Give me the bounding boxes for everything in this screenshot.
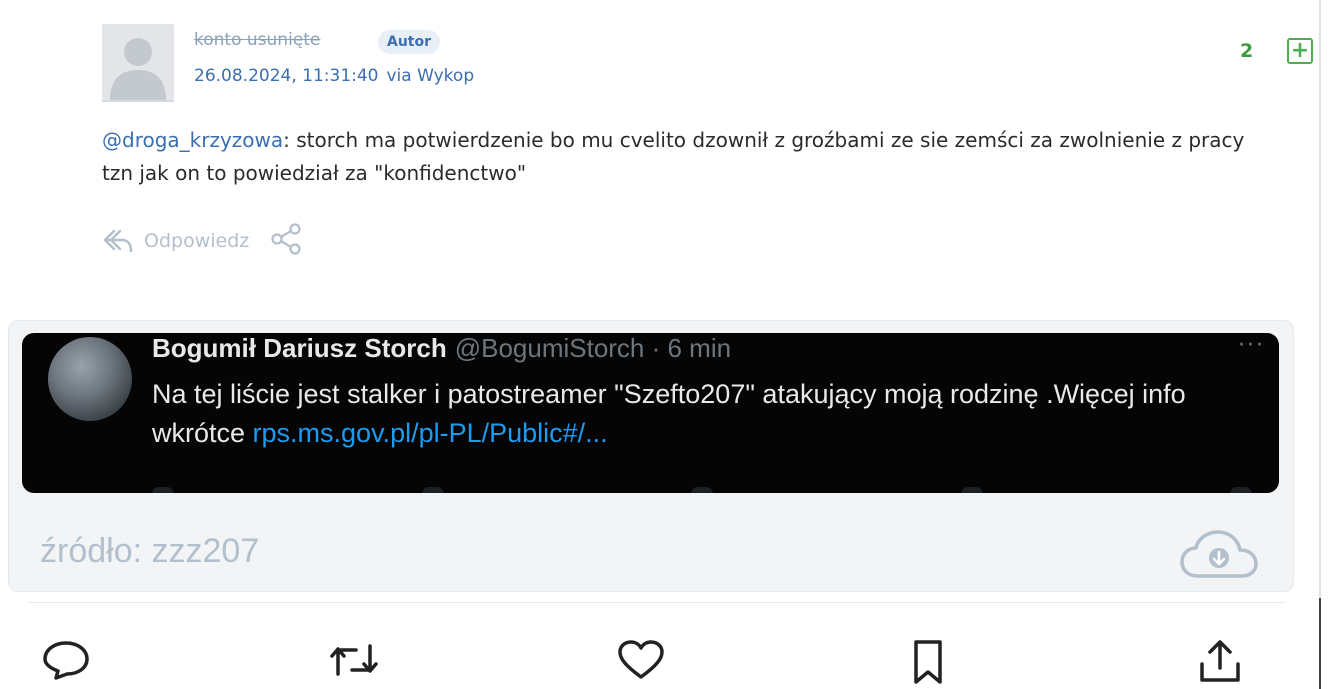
post-meta: 26.08.2024, 11:31:40 via Wykop <box>194 66 474 86</box>
comment-button[interactable] <box>40 638 92 686</box>
share-icon <box>271 222 301 255</box>
comment-icon <box>43 641 89 680</box>
bookmark-button[interactable] <box>904 638 952 689</box>
vote-count: 2 <box>1240 40 1254 62</box>
tweet-actions-bar <box>0 632 1329 689</box>
retweet-icon <box>330 644 378 676</box>
tweet-screenshot[interactable]: Bogumił Dariusz Storch @BogumiStorch · 6 … <box>22 333 1279 493</box>
user-placeholder-icon <box>110 38 166 100</box>
tweet-action-placeholder <box>691 487 713 493</box>
comment-actions: Odpowiedz <box>102 222 303 261</box>
retweet-button[interactable] <box>326 638 382 686</box>
tweet-action-placeholder <box>152 487 174 493</box>
author-avatar[interactable] <box>102 24 174 100</box>
post-via: via Wykop <box>386 66 475 86</box>
comment-body: @droga_krzyzowa: storch ma potwierdzenie… <box>102 124 1262 190</box>
tweet-more-icon: ··· <box>1238 333 1265 358</box>
divider <box>28 602 1286 603</box>
reply-button[interactable]: Odpowiedz <box>102 227 249 255</box>
tweet-action-placeholder <box>1230 487 1252 493</box>
tweet-action-placeholder <box>421 487 444 493</box>
author-name[interactable]: konto usunięte <box>194 30 320 50</box>
media-source[interactable]: źródło: zzz207 <box>40 532 259 571</box>
cloud-download-icon <box>1180 530 1258 578</box>
avatar-underline <box>102 100 174 102</box>
post-date[interactable]: 26.08.2024, 11:31:40 <box>194 66 379 86</box>
download-button[interactable] <box>1178 528 1260 586</box>
tweet-author: Bogumił Dariusz Storch @BogumiStorch · 6 … <box>152 333 731 364</box>
tweet-action-placeholder <box>960 487 983 493</box>
share-upload-icon <box>1200 640 1240 682</box>
scrollbar-track[interactable] <box>1319 0 1321 689</box>
like-icon <box>618 640 664 679</box>
tweet-action-row <box>152 487 1252 493</box>
reply-label: Odpowiedz <box>144 230 250 252</box>
scrollbar-thumb[interactable] <box>1319 598 1321 689</box>
user-mention-link[interactable]: @droga_krzyzowa <box>102 128 283 152</box>
like-button[interactable] <box>614 638 668 686</box>
reply-icon <box>103 229 133 253</box>
upvote-button[interactable]: + <box>1287 38 1313 64</box>
tweet-avatar <box>48 337 132 421</box>
tweet-text: Na tej liście jest stalker i patostreame… <box>152 375 1262 453</box>
tweet-handle: @BogumiStorch · 6 min <box>454 333 732 363</box>
share-button[interactable] <box>269 222 303 261</box>
tweet-link: rps.ms.gov.pl/pl-PL/Public#/... <box>252 418 608 448</box>
bookmark-icon <box>914 640 942 684</box>
author-badge: Autor <box>378 30 441 54</box>
tweet-author-name: Bogumił Dariusz Storch <box>152 333 447 363</box>
share-upload-button[interactable] <box>1194 638 1246 689</box>
